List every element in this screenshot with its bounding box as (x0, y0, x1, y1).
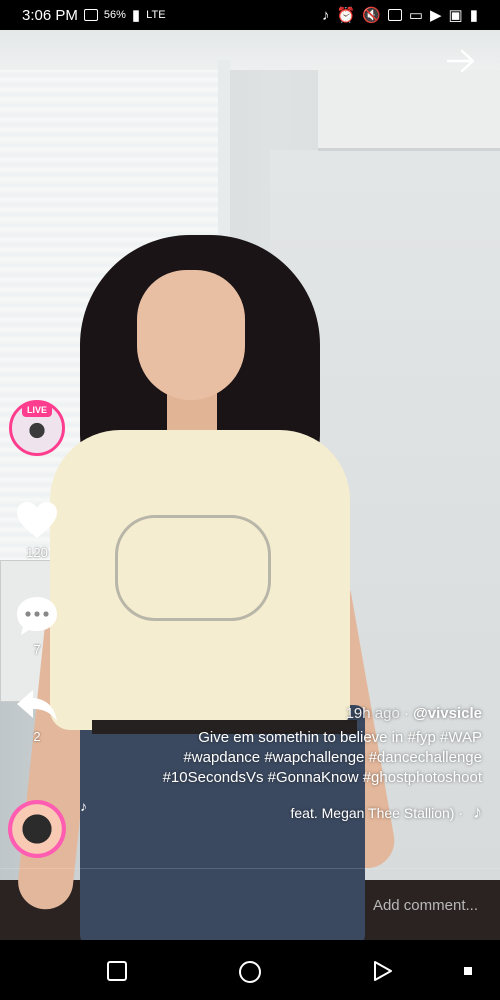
like-count: 120 (26, 545, 48, 560)
back-button[interactable] (372, 960, 394, 982)
comment-bar: Add comment... (0, 868, 500, 941)
video-caption: 19h ago · @vivsicle Give em somethin to … (152, 705, 482, 823)
navigation-bar (0, 940, 500, 1000)
comment-button[interactable]: 7 (14, 595, 60, 657)
separator: · (403, 705, 409, 722)
tiktok-icon: ♪ (321, 6, 330, 24)
music-note-icon: ♪ (80, 798, 87, 814)
signal-icon: ▮ (131, 7, 141, 24)
ceiling (0, 30, 500, 70)
air-conditioner (318, 70, 500, 151)
caption-text: Give em somethin to believe in #fyp #WAP… (162, 729, 482, 786)
home-button[interactable] (238, 960, 262, 984)
live-badge: LIVE (22, 403, 52, 417)
person-face (137, 270, 245, 400)
battery-percent: 56% (103, 9, 126, 21)
music-disc[interactable] (8, 800, 66, 858)
notification-dot-icon (464, 967, 472, 975)
alarm-icon: ⏰ (336, 7, 356, 24)
calendar-icon (387, 9, 402, 21)
share-button[interactable]: 2 (14, 688, 60, 744)
status-right: ♪ ⏰ 🔇 ▭ ▶ ▣ ▮ (321, 6, 478, 25)
network-label: LTE (146, 9, 166, 21)
mute-icon: 🔇 (362, 7, 381, 24)
music-note-icon: ♪ (473, 802, 482, 822)
screenshot-icon: ▣ (448, 7, 463, 24)
clock: 3:06 PM (22, 6, 78, 24)
author-handle[interactable]: @vivsicle (413, 705, 482, 722)
like-button[interactable]: 120 (14, 500, 60, 560)
sound-title: feat. Megan Thee Stallion) · (290, 804, 463, 821)
screen: 3:06 PM 56% ▮ LTE ♪ ⏰ 🔇 ▭ ▶ ▣ ▮ LIVE 120… (0, 0, 500, 1000)
share-count: 2 (33, 729, 41, 744)
status-bar: 3:06 PM 56% ▮ LTE ♪ ⏰ 🔇 ▭ ▶ ▣ ▮ (0, 0, 500, 30)
shirt-graphic (115, 515, 271, 621)
sim-icon: ▮ (469, 7, 478, 24)
comment-count: 7 (33, 642, 41, 657)
share-arrow-icon (17, 690, 57, 721)
forward-arrow-icon[interactable] (446, 48, 476, 74)
author-line: 19h ago · @vivsicle (152, 705, 482, 722)
heart-icon (17, 502, 57, 538)
comment-bubble-icon (17, 597, 57, 635)
post-age: 19h ago (345, 705, 400, 722)
battery-icon (83, 9, 98, 21)
add-comment-input[interactable]: Add comment... (373, 897, 478, 914)
sound-row[interactable]: feat. Megan Thee Stallion) · ♪ (152, 802, 482, 823)
youtube-icon: ▶ (430, 7, 442, 24)
status-left: 3:06 PM 56% ▮ LTE (22, 6, 166, 25)
recents-button[interactable] (106, 960, 128, 982)
cast-icon: ▭ (408, 7, 423, 24)
